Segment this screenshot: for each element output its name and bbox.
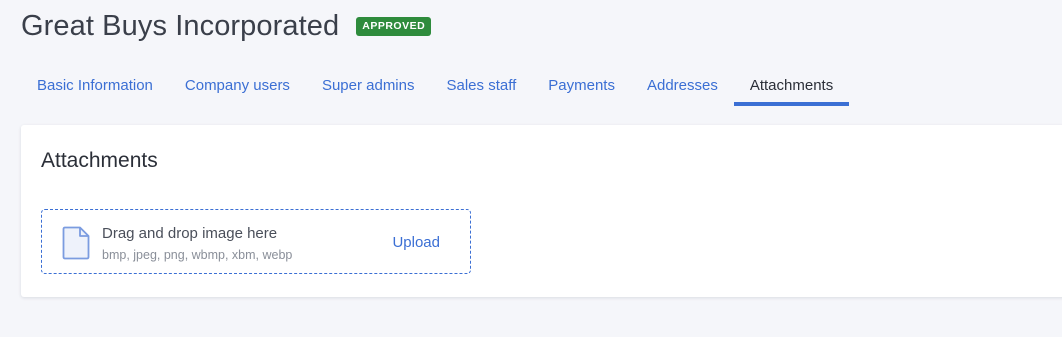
- image-dropzone[interactable]: Drag and drop image here bmp, jpeg, png,…: [41, 209, 471, 274]
- company-name: Great Buys Incorporated: [21, 10, 340, 42]
- tab-addresses[interactable]: Addresses: [631, 68, 734, 106]
- tab-sales-staff[interactable]: Sales staff: [431, 68, 533, 106]
- dropzone-text: Drag and drop image here bmp, jpeg, png,…: [102, 224, 292, 264]
- upload-button[interactable]: Upload: [392, 233, 440, 253]
- status-badge: APPROVED: [356, 17, 432, 36]
- tab-company-users[interactable]: Company users: [169, 68, 306, 106]
- page-header: Great Buys Incorporated APPROVED: [21, 8, 432, 44]
- attachments-title: Attachments: [41, 149, 158, 172]
- attachments-card: Attachments Drag and drop image here bmp…: [21, 125, 1062, 297]
- tab-basic-information[interactable]: Basic Information: [21, 68, 169, 106]
- file-icon: [62, 226, 90, 260]
- tab-attachments[interactable]: Attachments: [733, 68, 850, 106]
- tab-payments[interactable]: Payments: [532, 68, 631, 106]
- tab-bar: Basic Information Company users Super ad…: [21, 68, 850, 106]
- dropzone-instructions: Drag and drop image here: [102, 225, 278, 242]
- accepted-formats: bmp, jpeg, png, wbmp, xbm, webp: [102, 248, 293, 262]
- tab-super-admins[interactable]: Super admins: [306, 68, 431, 106]
